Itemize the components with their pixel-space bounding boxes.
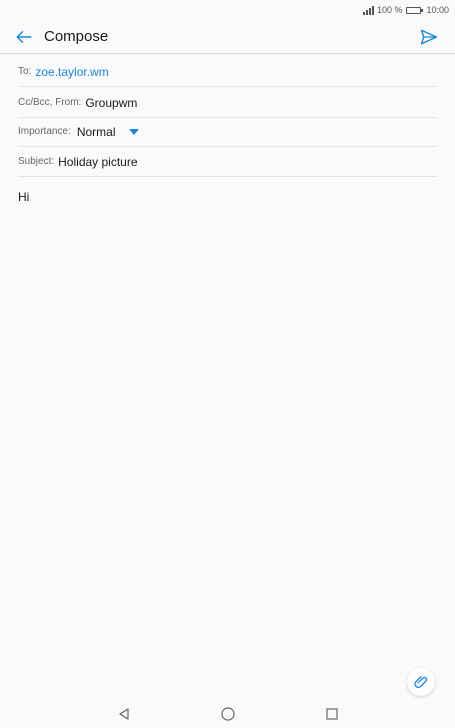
dropdown-arrow-icon <box>129 128 140 135</box>
battery-icon <box>406 6 424 14</box>
send-icon <box>420 29 438 45</box>
navigation-bar <box>0 700 455 728</box>
message-body[interactable]: Hi <box>18 190 29 204</box>
to-field[interactable]: To: zoe.taylor.wm <box>18 57 437 87</box>
to-label: To: <box>18 66 32 77</box>
cc-bcc-from-label: Cc/Bcc, From: <box>18 97 82 108</box>
back-arrow-icon <box>16 30 32 43</box>
subject-field[interactable]: Subject: Holiday picture <box>18 147 437 177</box>
importance-value: Normal <box>76 124 116 139</box>
back-button[interactable] <box>12 25 36 49</box>
clock: 10:00 <box>426 5 449 15</box>
from-account[interactable]: Groupwm <box>85 96 137 110</box>
nav-recents-icon <box>325 708 338 720</box>
subject-input[interactable]: Holiday picture <box>58 155 137 169</box>
nav-recents-button[interactable] <box>324 706 340 722</box>
importance-label: Importance: <box>18 126 71 137</box>
cc-bcc-from-field[interactable]: Cc/Bcc, From: Groupwm <box>18 88 437 118</box>
battery-percent: 100 % <box>376 5 403 15</box>
status-bar: 100 % 10:00 <box>0 0 455 20</box>
subject-label: Subject: <box>18 156 55 167</box>
paperclip-icon <box>414 676 428 688</box>
page-title: Compose <box>44 28 109 45</box>
importance-field: Importance: Normal <box>18 117 437 147</box>
nav-back-icon <box>118 708 129 720</box>
importance-select[interactable]: Normal <box>75 125 140 139</box>
nav-home-button[interactable] <box>220 706 236 722</box>
recipient-chip[interactable]: zoe.taylor.wm <box>35 65 108 79</box>
send-button[interactable] <box>417 25 441 49</box>
signal-icon <box>362 5 374 15</box>
attach-button[interactable] <box>407 668 435 696</box>
nav-back-button[interactable] <box>116 706 132 722</box>
app-bar: Compose <box>0 20 455 54</box>
nav-home-icon <box>220 707 235 721</box>
